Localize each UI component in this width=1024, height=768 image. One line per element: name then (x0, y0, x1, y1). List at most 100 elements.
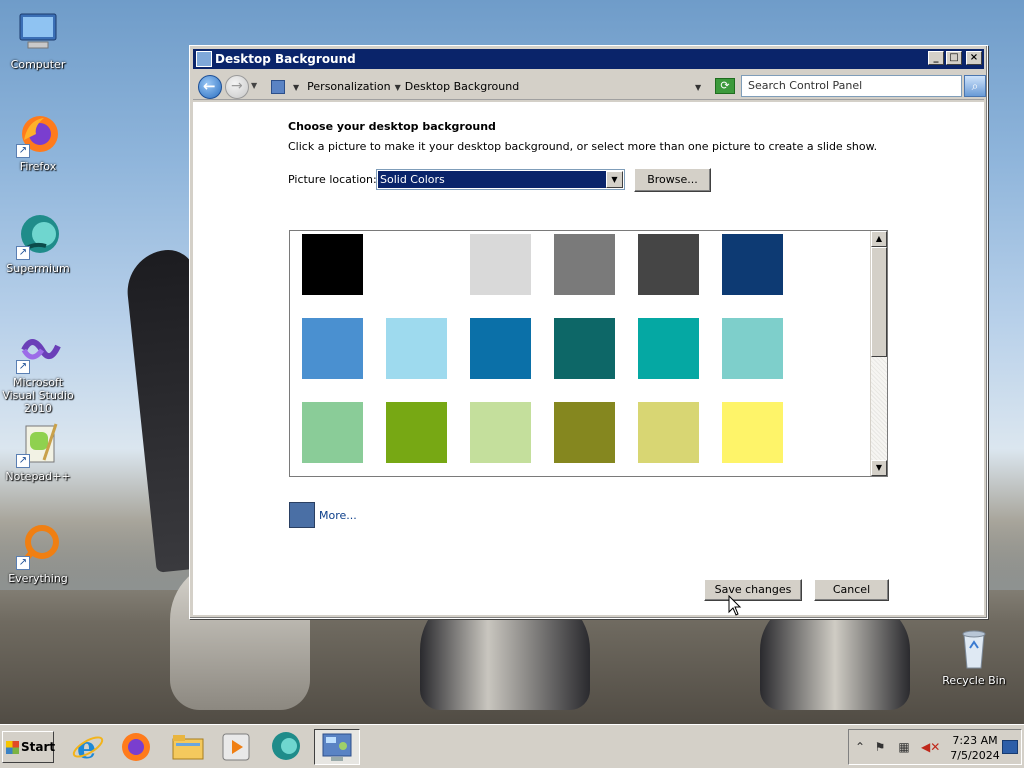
color-swatch[interactable] (722, 402, 783, 463)
address-history-dropdown-icon[interactable]: ▼ (695, 83, 701, 92)
color-grid: ▲ ▼ (289, 230, 888, 477)
scrollbar-thumb[interactable] (871, 247, 887, 357)
desktop-icon-label: Recycle Bin (942, 674, 1006, 687)
color-swatch[interactable] (554, 234, 615, 295)
color-swatch[interactable] (554, 402, 615, 463)
refresh-button[interactable]: ⟳ (715, 78, 735, 94)
desktop-icon-visual-studio[interactable]: ↗ Microsoft Visual Studio 2010 (0, 326, 78, 415)
close-button[interactable]: × (966, 51, 982, 65)
desktop-icon-computer[interactable]: Computer (0, 8, 78, 71)
control-panel-icon (196, 51, 212, 67)
page-description: Click a picture to make it your desktop … (288, 140, 878, 153)
desktop-icon-everything[interactable]: ↗ Everything (0, 522, 78, 585)
supermium-icon: ↗ (14, 212, 62, 260)
color-swatch[interactable] (638, 318, 699, 379)
clock-time: 7:23 AM (952, 734, 998, 747)
more-colors-link[interactable]: More... (319, 509, 357, 522)
breadcrumb-personalization[interactable]: Personalization (307, 80, 390, 93)
vertical-scrollbar[interactable]: ▲ ▼ (870, 231, 887, 476)
back-button[interactable] (198, 75, 222, 99)
taskbar-firefox[interactable] (118, 729, 154, 765)
color-swatch[interactable] (722, 318, 783, 379)
page-title: Choose your desktop background (288, 120, 496, 133)
forward-button[interactable] (225, 75, 249, 99)
control-panel-icon (271, 80, 285, 94)
clock-date: 7/5/2024 (950, 749, 1000, 762)
search-input[interactable]: Search Control Panel (741, 75, 962, 97)
chevron-down-icon[interactable]: ▼ (293, 83, 299, 92)
window-title: Desktop Background (215, 52, 356, 66)
color-swatch[interactable] (470, 318, 531, 379)
minimize-button[interactable]: _ (928, 51, 944, 65)
save-changes-button[interactable]: Save changes (704, 579, 802, 601)
taskbar-internet-explorer[interactable]: e (70, 729, 106, 766)
navigation-bar: ▼ ▼ Personalization ▼ Desktop Background ▼ … (193, 72, 986, 100)
color-swatch[interactable] (302, 402, 363, 463)
color-swatch[interactable] (554, 318, 615, 379)
start-label: Start (21, 740, 56, 754)
recent-pages-dropdown-icon[interactable]: ▼ (251, 81, 257, 90)
volume-muted-icon[interactable]: ◀✕ (921, 740, 940, 754)
recycle-bin-icon (950, 624, 998, 672)
show-hidden-icons-icon[interactable]: ⌃ (853, 740, 867, 754)
color-swatch[interactable] (386, 402, 447, 463)
search-icon[interactable]: ⌕ (964, 75, 986, 97)
shortcut-arrow-icon: ↗ (16, 454, 30, 468)
internet-explorer-icon: e (72, 731, 104, 766)
clock[interactable]: 7:23 AM 7/5/2024 (945, 733, 1005, 763)
network-icon[interactable]: ▦ (897, 740, 911, 754)
desktop-icon-notepad[interactable]: ↗ Notepad++ (0, 420, 78, 483)
taskbar-supermium[interactable] (268, 729, 304, 765)
address-bar[interactable]: ▼ Personalization ▼ Desktop Background (267, 76, 712, 97)
file-explorer-icon (172, 735, 204, 760)
maximize-button[interactable]: □ (946, 51, 962, 65)
color-swatch[interactable] (722, 234, 783, 295)
windows-logo-icon (6, 741, 19, 754)
title-bar[interactable]: Desktop Background _ □ × (193, 49, 984, 69)
scroll-down-icon[interactable]: ▼ (871, 460, 887, 476)
picture-location-select[interactable]: Solid Colors ▼ (376, 169, 625, 190)
svg-text:e: e (77, 731, 96, 765)
color-swatch[interactable] (302, 318, 363, 379)
desktop-icon-label: Firefox (19, 160, 57, 173)
color-swatch[interactable] (302, 234, 363, 295)
desktop-icon-supermium[interactable]: ↗ Supermium (0, 212, 78, 275)
color-swatch[interactable] (638, 234, 699, 295)
show-desktop-button[interactable] (1002, 740, 1018, 754)
more-colors-swatch[interactable] (289, 502, 315, 528)
mouse-cursor-icon (728, 595, 742, 616)
everything-icon: ↗ (14, 522, 62, 570)
chevron-down-icon[interactable]: ▼ (395, 83, 401, 92)
action-center-flag-icon[interactable]: ⚑ (873, 740, 887, 754)
supermium-icon (272, 732, 300, 760)
taskbar: Start e ⌃ ⚑ ▦ ◀✕ 7:23 AM 7/5/2024 (0, 724, 1024, 768)
taskbar-control-panel[interactable] (314, 729, 360, 765)
taskbar-media-player[interactable] (218, 729, 254, 765)
cancel-button[interactable]: Cancel (814, 579, 889, 601)
color-swatch[interactable] (386, 318, 447, 379)
start-button[interactable]: Start (2, 731, 56, 763)
system-tray: ⌃ ⚑ ▦ ◀✕ 7:23 AM 7/5/2024 (848, 729, 1022, 765)
desktop-icon-firefox[interactable]: ↗ Firefox (0, 110, 78, 173)
color-swatch[interactable] (470, 234, 531, 295)
color-swatch[interactable] (386, 234, 447, 295)
control-panel-icon (322, 733, 352, 761)
color-swatch[interactable] (470, 402, 531, 463)
desktop-icon-recycle-bin[interactable]: Recycle Bin (934, 624, 1014, 687)
chevron-down-icon[interactable]: ▼ (606, 171, 623, 188)
shortcut-arrow-icon: ↗ (16, 246, 30, 260)
browse-button[interactable]: Browse... (634, 168, 711, 192)
color-swatch[interactable] (638, 402, 699, 463)
taskbar-file-explorer[interactable] (170, 729, 206, 765)
notepad-plus-plus-icon: ↗ (14, 420, 62, 468)
media-player-icon (222, 733, 250, 761)
shortcut-arrow-icon: ↗ (16, 360, 30, 374)
computer-icon (14, 8, 62, 56)
shortcut-arrow-icon: ↗ (16, 144, 30, 158)
firefox-icon: ↗ (14, 110, 62, 158)
desktop-icon-label: Microsoft Visual Studio 2010 (2, 376, 74, 415)
scroll-up-icon[interactable]: ▲ (871, 231, 887, 247)
breadcrumb-desktop-background[interactable]: Desktop Background (405, 80, 520, 93)
desktop-icon-label: Computer (10, 58, 66, 71)
desktop-icon-label: Supermium (6, 262, 70, 275)
